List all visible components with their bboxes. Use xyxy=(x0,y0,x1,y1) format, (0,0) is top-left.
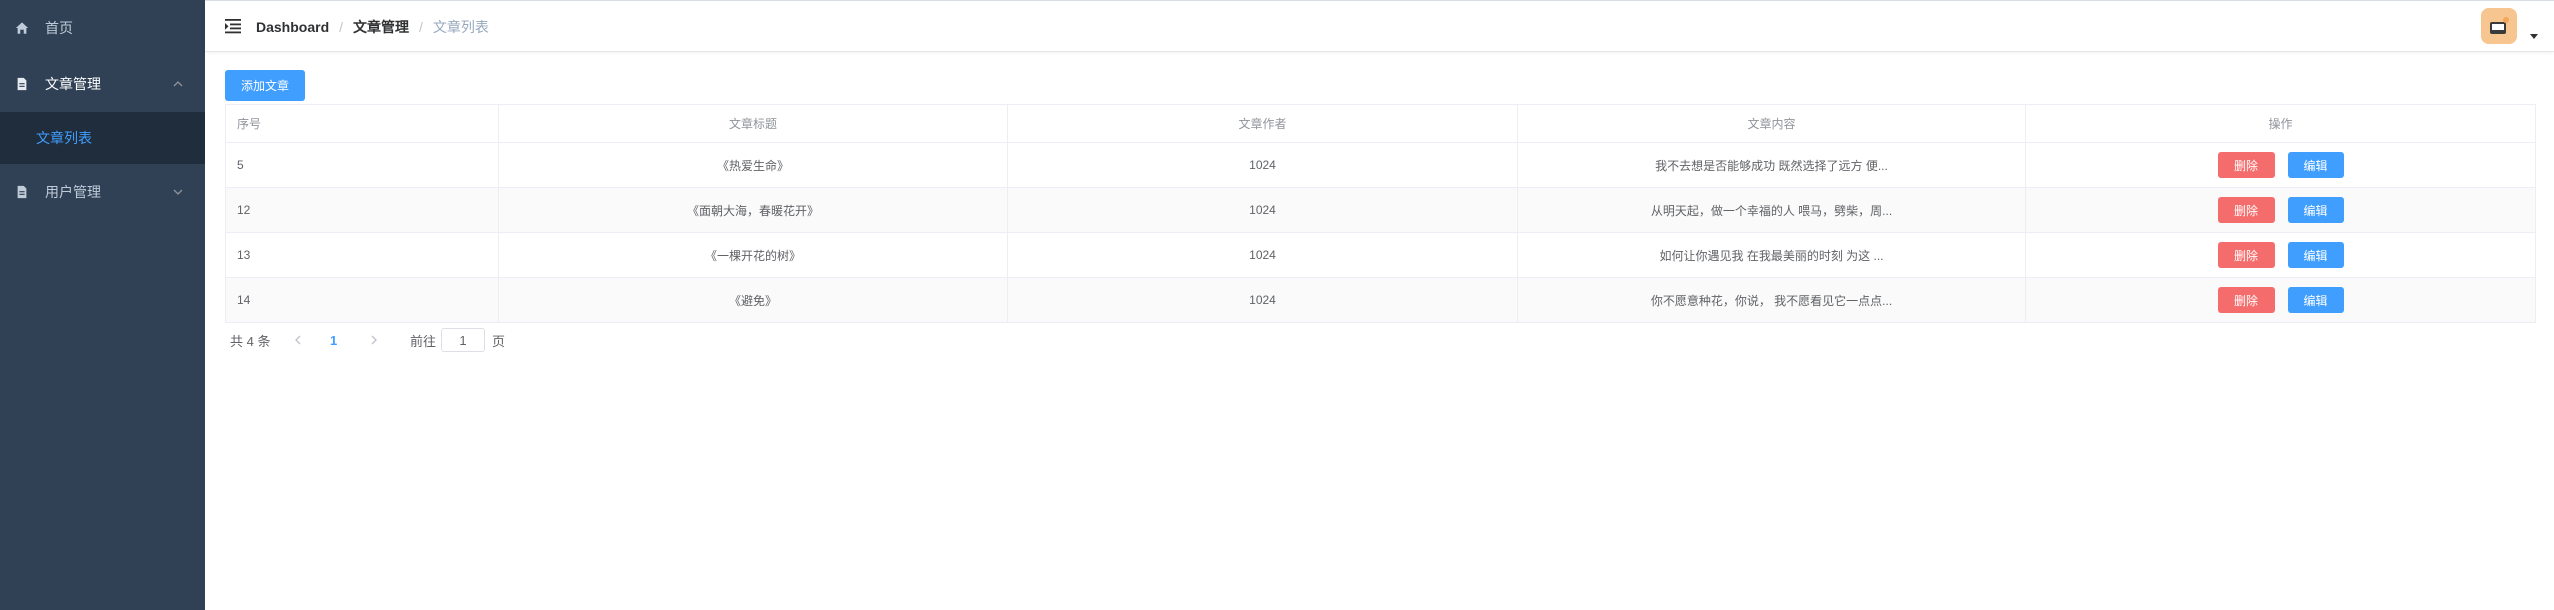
sidebar-item-label: 文章管理 xyxy=(45,76,101,92)
delete-button[interactable]: 删除 xyxy=(2217,197,2275,223)
breadcrumb: Dashboard / 文章管理 / 文章列表 xyxy=(256,1,489,53)
sidebar-subitem-article-list[interactable]: 文章列表 xyxy=(0,112,205,164)
document-icon xyxy=(17,77,27,91)
breadcrumb-item-dashboard[interactable]: Dashboard xyxy=(256,19,329,35)
breadcrumb-item-current: 文章列表 xyxy=(432,19,489,35)
pagination-total: 共 4 条 xyxy=(230,333,271,349)
pagination-jump-input[interactable] xyxy=(441,328,485,352)
sidebar-item-home[interactable]: 首页 xyxy=(0,0,205,56)
cell-title: 《面朝大海，春暖花开》 xyxy=(498,187,1008,233)
delete-button[interactable]: 删除 xyxy=(2217,242,2275,268)
cell-author: 1024 xyxy=(1007,232,1518,278)
column-header-id: 序号 xyxy=(225,104,499,143)
cell-title: 《热爱生命》 xyxy=(498,142,1008,188)
table-header-row: 序号 文章标题 文章作者 文章内容 操作 xyxy=(225,104,2536,143)
breadcrumb-item-articles[interactable]: 文章管理 xyxy=(353,17,409,37)
caret-down-icon[interactable] xyxy=(2530,34,2538,40)
pagination-jump-suffix: 页 xyxy=(492,333,506,349)
sidebar-item-label: 用户管理 xyxy=(45,184,101,200)
sidebar-item-articles[interactable]: 文章管理 xyxy=(0,56,205,112)
cell-actions: 删除 编辑 xyxy=(2025,277,2536,323)
cell-actions: 删除 编辑 xyxy=(2025,142,2536,188)
cell-id: 5 xyxy=(225,142,499,188)
cell-title: 《一棵开花的树》 xyxy=(498,232,1008,278)
table-row: 14 《避免》 1024 你不愿意种花，你说， 我不愿看见它一点点... 删除 … xyxy=(225,277,2536,323)
cell-author: 1024 xyxy=(1007,142,1518,188)
column-header-author: 文章作者 xyxy=(1007,104,1518,143)
edit-button[interactable]: 编辑 xyxy=(2287,152,2344,178)
cell-actions: 删除 编辑 xyxy=(2025,187,2536,233)
delete-button[interactable]: 删除 xyxy=(2217,287,2275,313)
navbar: Dashboard / 文章管理 / 文章列表 xyxy=(205,0,2554,52)
add-article-button[interactable]: 添加文章 xyxy=(225,70,305,101)
table-row: 12 《面朝大海，春暖花开》 1024 从明天起，做一个幸福的人 喂马，劈柴，周… xyxy=(225,187,2536,233)
edit-button[interactable]: 编辑 xyxy=(2287,242,2344,268)
cell-title: 《避免》 xyxy=(498,277,1008,323)
delete-button[interactable]: 删除 xyxy=(2217,152,2275,178)
breadcrumb-separator: / xyxy=(419,19,423,35)
cell-content: 你不愿意种花，你说， 我不愿看见它一点点... xyxy=(1517,277,2026,323)
breadcrumb-separator: / xyxy=(339,19,344,35)
sidebar-item-users[interactable]: 用户管理 xyxy=(0,164,205,220)
chevron-down-icon xyxy=(173,189,183,195)
avatar[interactable] xyxy=(2481,8,2517,44)
cell-id: 12 xyxy=(225,187,499,233)
cell-author: 1024 xyxy=(1007,187,1518,233)
column-header-actions: 操作 xyxy=(2025,104,2536,143)
cell-id: 14 xyxy=(225,277,499,323)
pagination-prev-icon[interactable] xyxy=(292,328,304,352)
chevron-up-icon xyxy=(173,81,183,87)
cell-actions: 删除 编辑 xyxy=(2025,232,2536,278)
edit-button[interactable]: 编辑 xyxy=(2287,287,2344,313)
pagination: 共 4 条 1 前往 页 xyxy=(230,328,530,352)
avatar-image-icon xyxy=(2481,8,2517,44)
home-icon xyxy=(15,22,29,34)
column-header-content: 文章内容 xyxy=(1517,104,2026,143)
edit-button[interactable]: 编辑 xyxy=(2287,197,2344,223)
pagination-next-icon[interactable] xyxy=(368,328,380,352)
cell-content: 从明天起，做一个幸福的人 喂马，劈柴，周... xyxy=(1517,187,2026,233)
cell-content: 我不去想是否能够成功 既然选择了远方 便... xyxy=(1517,142,2026,188)
cell-content: 如何让你遇见我 在我最美丽的时刻 为这 ... xyxy=(1517,232,2026,278)
sidebar-item-label: 首页 xyxy=(45,20,73,36)
article-table: 序号 文章标题 文章作者 文章内容 操作 5 《热爱生命》 1024 我不去想是… xyxy=(225,104,2536,323)
cell-id: 13 xyxy=(225,232,499,278)
cell-author: 1024 xyxy=(1007,277,1518,323)
pagination-page-current[interactable]: 1 xyxy=(330,328,337,352)
sidebar-subitem-label: 文章列表 xyxy=(36,130,92,146)
document-icon xyxy=(17,185,27,199)
column-header-title: 文章标题 xyxy=(498,104,1008,143)
hamburger-menu-icon[interactable] xyxy=(225,18,243,34)
pagination-jump-label: 前往 xyxy=(410,333,437,349)
table-row: 5 《热爱生命》 1024 我不去想是否能够成功 既然选择了远方 便... 删除… xyxy=(225,142,2536,188)
table-row: 13 《一棵开花的树》 1024 如何让你遇见我 在我最美丽的时刻 为这 ...… xyxy=(225,232,2536,278)
sidebar: 首页 文章管理 文章列表 用户管理 xyxy=(0,0,205,610)
